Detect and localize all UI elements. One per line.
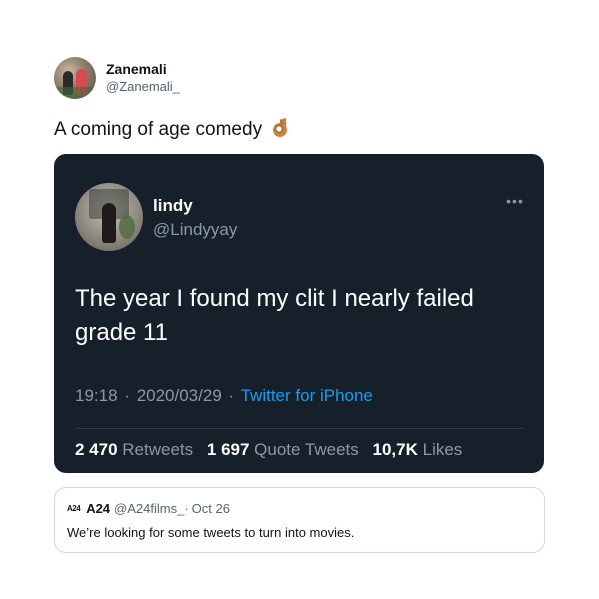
tweet-text: The year I found my clit I nearly failed…: [75, 285, 474, 346]
ok-hand-emoji-icon: [270, 116, 290, 144]
tweet-meta: 19:18 · 2020/03/29 · Twitter for iPhone: [75, 386, 373, 406]
tweet-text: We’re looking for some tweets to turn in…: [67, 525, 355, 540]
author-name[interactable]: lindy: [153, 196, 193, 216]
retweets-stat[interactable]: 2 470 Retweets: [75, 440, 198, 459]
likes-label: Likes: [422, 440, 463, 459]
author-name[interactable]: A24: [86, 501, 110, 516]
tweet-date[interactable]: Oct 26: [192, 501, 230, 516]
likes-count: 10,7K: [372, 440, 418, 459]
more-options-icon[interactable]: •••: [503, 194, 527, 210]
divider: [75, 428, 523, 429]
a24-logo-icon[interactable]: A24: [67, 504, 81, 513]
tweet-source-link[interactable]: Twitter for iPhone: [241, 386, 373, 405]
quote-tweets-stat[interactable]: 1 697 Quote Tweets: [207, 440, 364, 459]
outer-tweet-text: A coming of age comedy: [54, 116, 290, 144]
author-handle[interactable]: @Zanemali_: [106, 78, 180, 95]
a24-tweet-header: A24 A24 @A24films_ · Oct 26: [67, 501, 230, 516]
tweet-text: A coming of age comedy: [54, 119, 263, 140]
avatar[interactable]: [75, 183, 143, 251]
meta-separator: ·: [184, 501, 189, 516]
retweets-label: Retweets: [122, 440, 194, 459]
retweets-count: 2 470: [75, 440, 118, 459]
author-name[interactable]: Zanemali: [106, 61, 180, 78]
author-handle[interactable]: @Lindyyay: [153, 220, 237, 240]
quote-tweets-label: Quote Tweets: [254, 440, 359, 459]
outer-author: Zanemali @Zanemali_: [106, 61, 180, 95]
author-handle[interactable]: @A24films_: [114, 501, 184, 516]
meta-separator: ·: [228, 386, 235, 405]
tweet-time[interactable]: 19:18: [75, 386, 118, 405]
meta-separator: ·: [124, 386, 130, 405]
outer-tweet-header: Zanemali @Zanemali_: [54, 57, 180, 99]
quoted-tweet-card[interactable]: lindy @Lindyyay ••• The year I found my …: [54, 154, 544, 473]
tweet-date[interactable]: 2020/03/29: [137, 386, 222, 405]
quote-tweets-count: 1 697: [206, 440, 250, 459]
a24-tweet-card[interactable]: A24 A24 @A24films_ · Oct 26 We’re lookin…: [54, 487, 545, 553]
avatar[interactable]: [54, 57, 96, 99]
tweet-stats: 2 470 Retweets 1 697 Quote Tweets 10,7K …: [75, 440, 471, 460]
likes-stat[interactable]: 10,7K Likes: [373, 440, 463, 459]
